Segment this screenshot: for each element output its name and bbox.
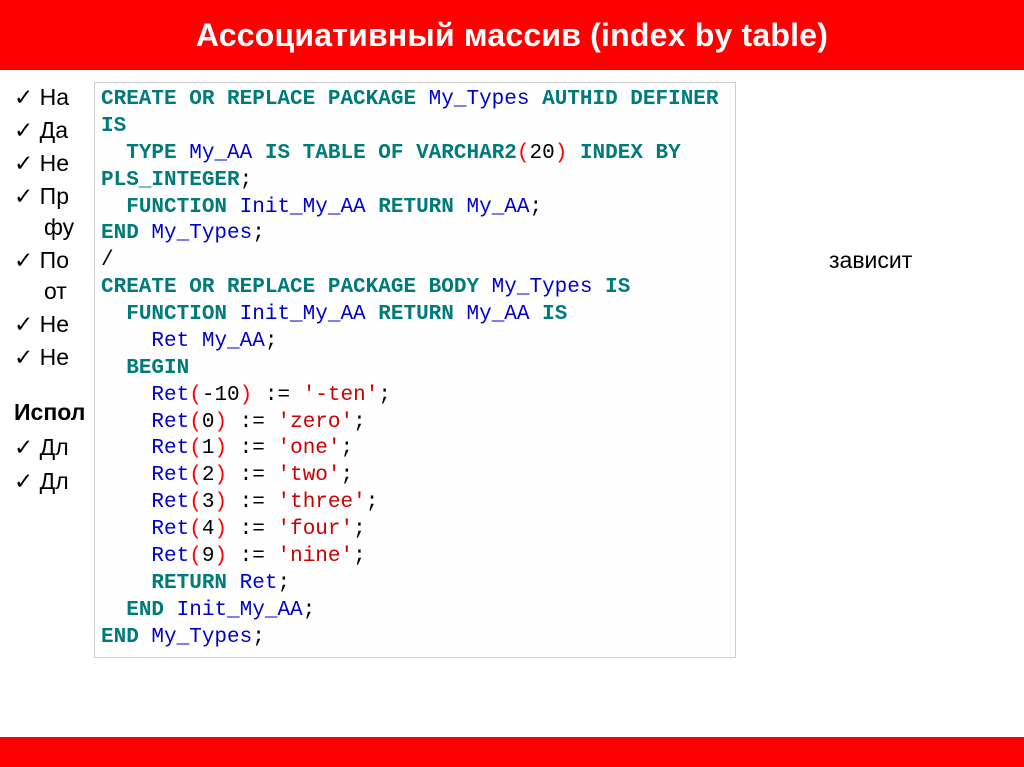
code-block: CREATE OR REPLACE PACKAGE My_Types AUTHI…: [94, 82, 736, 658]
title-bar: Ассоциативный массив (index by table): [0, 0, 1024, 70]
slide: Ассоциативный массив (index by table) На…: [0, 0, 1024, 767]
slide-title: Ассоциативный массив (index by table): [196, 17, 828, 54]
list-item-text: По: [40, 247, 69, 273]
list-item-cont: от: [44, 278, 67, 304]
list-item-cont: фу: [44, 214, 74, 240]
footer-bar: [0, 737, 1024, 767]
list-item-text: Пр: [40, 183, 69, 209]
list-item-trailing: зависит: [829, 247, 912, 273]
